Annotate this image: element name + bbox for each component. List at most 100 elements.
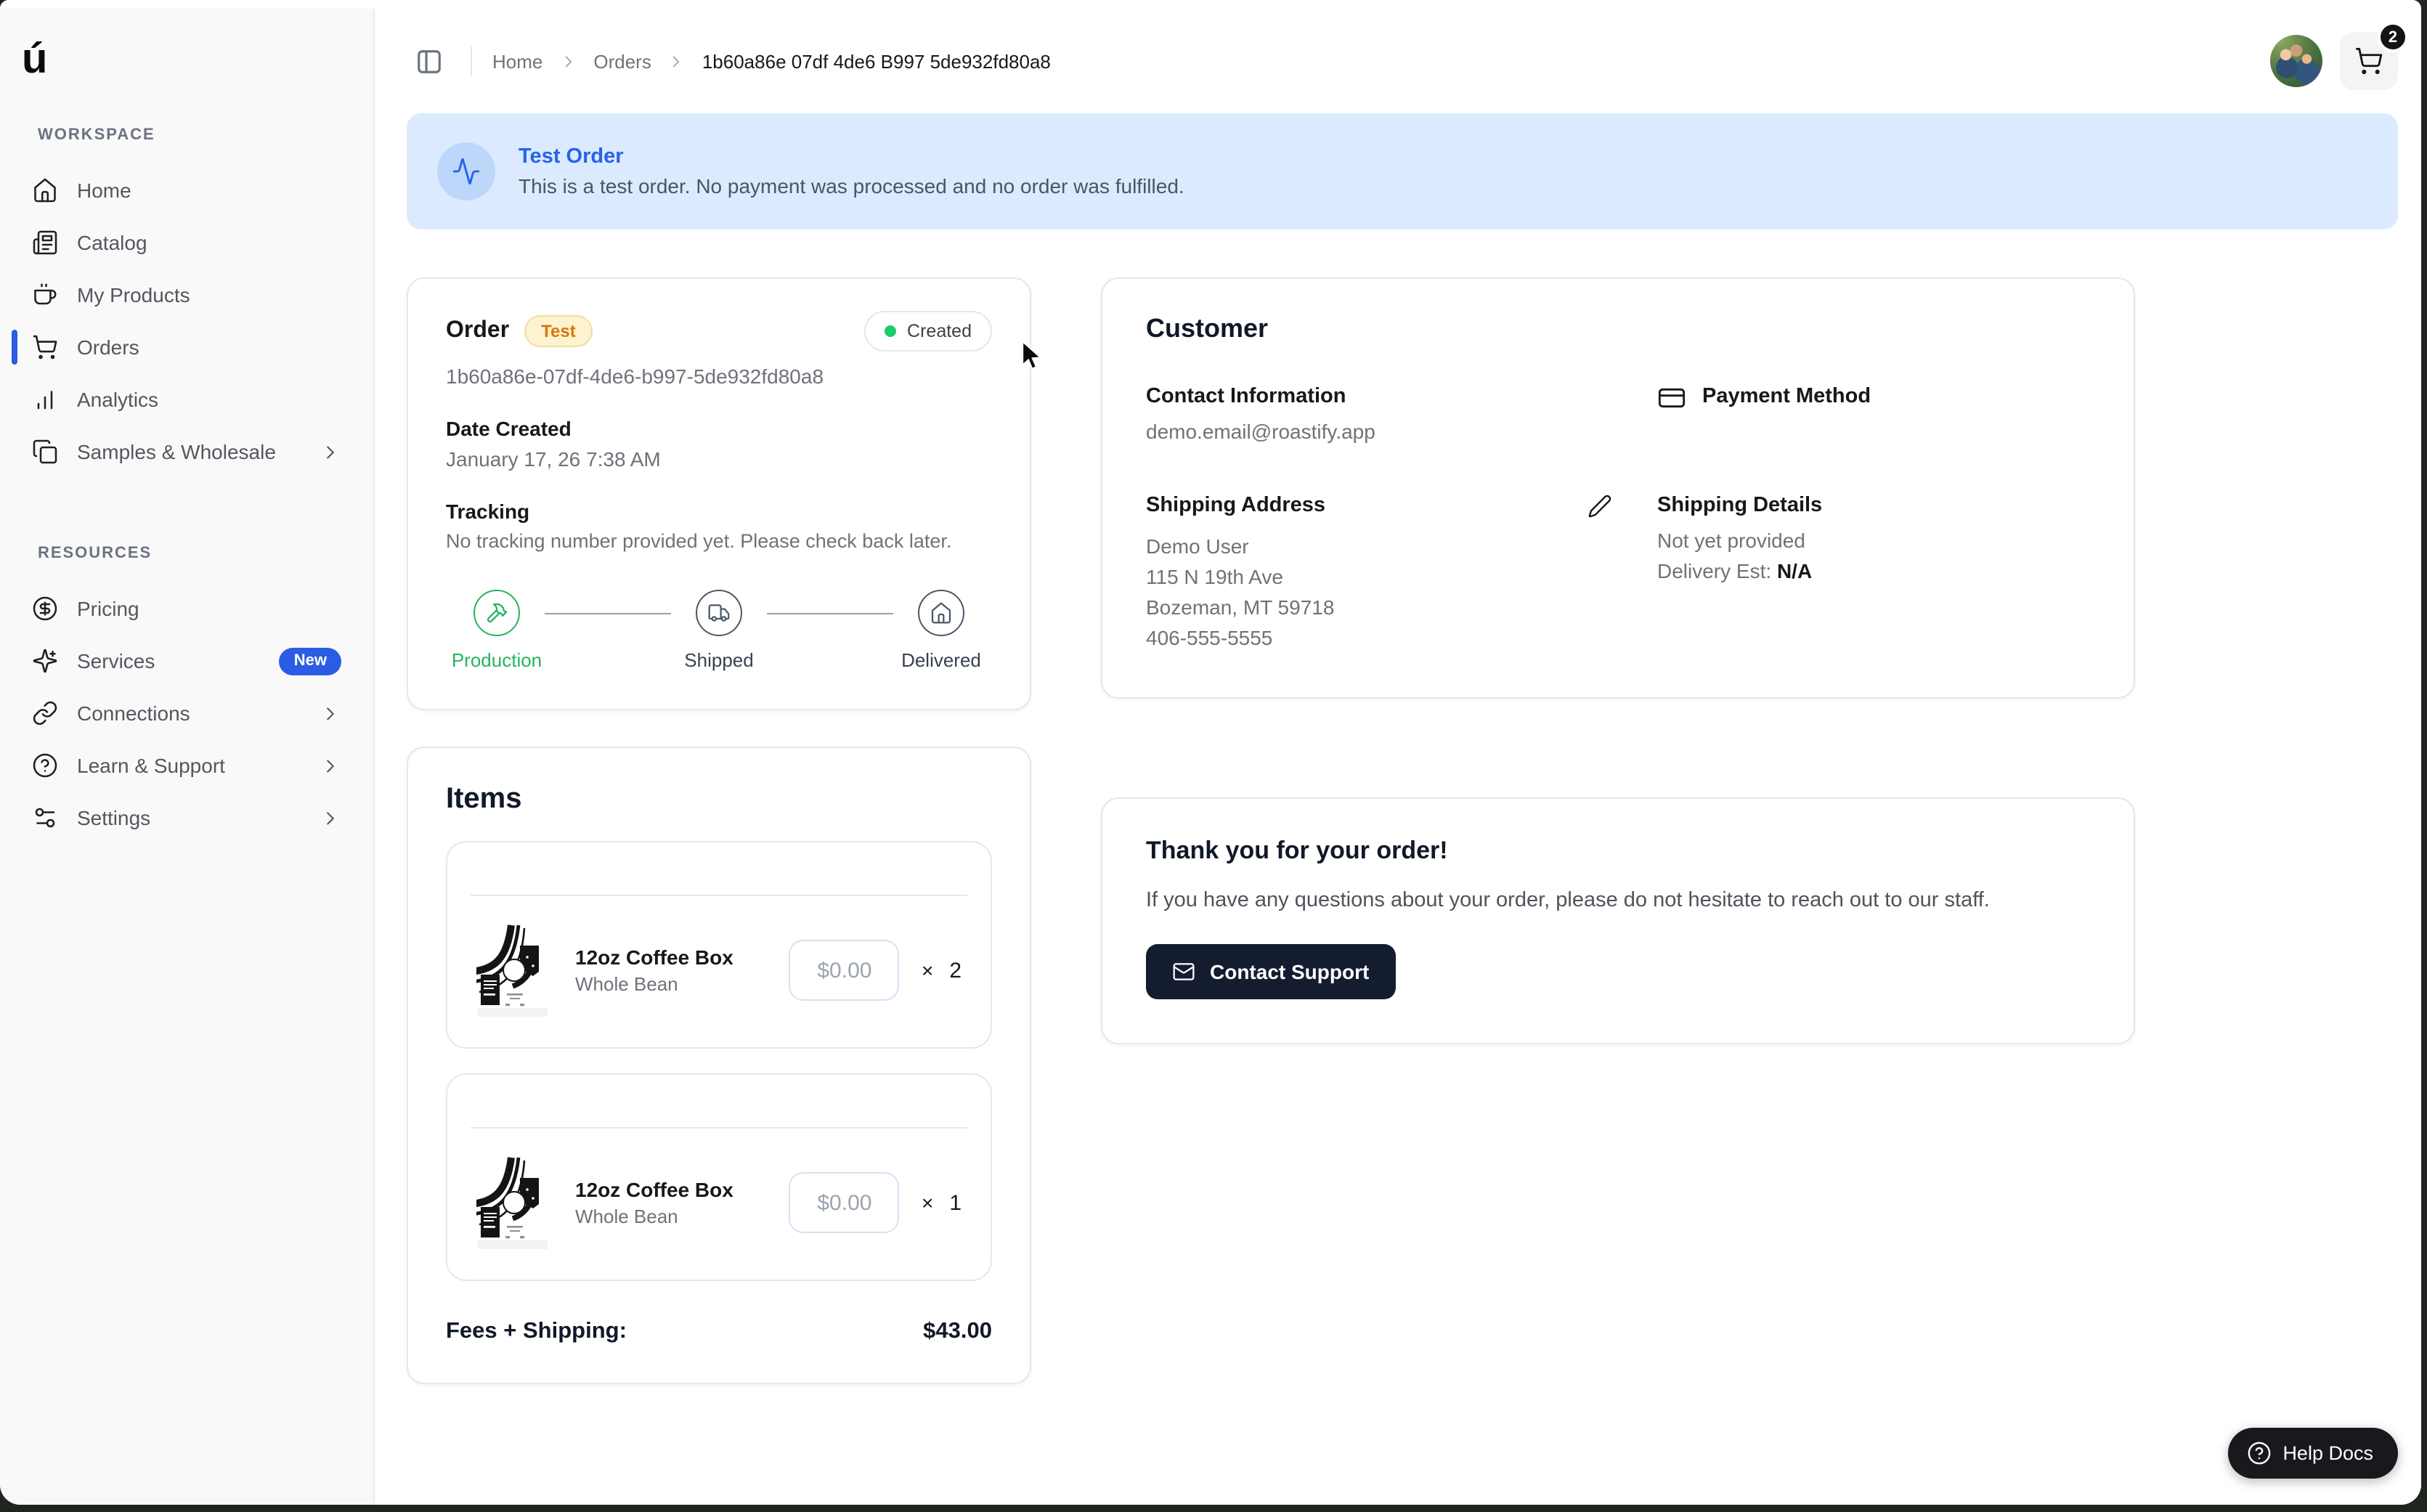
panel-left-icon — [415, 47, 442, 75]
item-variant: Whole Bean — [575, 1206, 733, 1227]
topbar-divider — [471, 46, 472, 76]
status-dot — [884, 325, 895, 337]
customer-card-title: Customer — [1146, 314, 2090, 344]
item-quantity: 1 — [949, 1190, 962, 1215]
home-icon — [32, 177, 58, 203]
breadcrumb-home-link[interactable]: Home — [492, 50, 542, 72]
sidebar-item-home[interactable]: Home — [17, 164, 356, 216]
order-item-row: 12oz Coffee Box Whole Bean × 2 — [446, 841, 992, 1049]
shipping-address-block: Shipping Address Demo User 115 N 19th Av… — [1146, 494, 1657, 654]
thank-you-message: If you have any questions about your ord… — [1146, 889, 2090, 912]
fees-shipping-label: Fees + Shipping: — [446, 1319, 627, 1345]
date-created-label: Date Created — [446, 417, 992, 440]
top-bar: Home Orders 1b60a86e 07df 4de6 B997 5de9… — [375, 9, 2421, 113]
step-connector — [545, 613, 671, 614]
dollar-circle-icon — [32, 596, 58, 622]
window-top-edge — [0, 0, 2421, 9]
sparkles-icon — [32, 648, 58, 674]
fulfillment-progress: Production Shipped — [446, 590, 992, 671]
link-icon — [32, 700, 58, 726]
sidebar-section-resources: RESOURCES — [38, 545, 373, 562]
sidebar-item-connections[interactable]: Connections — [17, 687, 356, 739]
sidebar-item-my-products[interactable]: My Products — [17, 269, 356, 321]
item-quantity: 2 — [949, 958, 962, 983]
product-image — [476, 922, 549, 1018]
shipping-address-lines: Demo User 115 N 19th Ave Bozeman, MT 597… — [1146, 532, 1657, 654]
order-card: Order Test Created 1b60a86e-07df-4de6-b9… — [407, 277, 1031, 710]
quantity-times-sign: × — [922, 1191, 933, 1214]
sidebar-item-pricing[interactable]: Pricing — [17, 582, 356, 635]
address-street: 115 N 19th Ave — [1146, 562, 1657, 593]
sidebar-item-services[interactable]: Services New — [17, 635, 356, 687]
sidebar-item-samples-wholesale[interactable]: Samples & Wholesale — [17, 426, 356, 478]
fees-shipping-value: $43.00 — [923, 1319, 992, 1345]
desktop: ú WORKSPACE Home Catalog My Products — [0, 0, 2427, 1512]
app-logo[interactable]: ú — [22, 39, 373, 81]
app-window: ú WORKSPACE Home Catalog My Products — [0, 0, 2421, 1505]
address-city: Bozeman, MT 59718 — [1146, 593, 1657, 623]
items-card-title: Items — [446, 783, 992, 816]
breadcrumb-orders-link[interactable]: Orders — [593, 50, 651, 72]
help-docs-button[interactable]: Help Docs — [2227, 1428, 2398, 1479]
shopping-cart-icon — [2354, 46, 2383, 76]
tracking-label: Tracking — [446, 500, 992, 523]
item-price-input[interactable] — [789, 940, 900, 1001]
step-label: Delivered — [901, 649, 981, 671]
cart-count-badge: 2 — [2378, 22, 2408, 52]
step-label: Production — [452, 649, 542, 671]
sidebar-item-learn-support[interactable]: Learn & Support — [17, 739, 356, 792]
active-indicator-bar — [12, 330, 17, 365]
thank-you-card: Thank you for your order! If you have an… — [1101, 797, 2135, 1044]
test-badge: Test — [524, 315, 593, 347]
order-id: 1b60a86e-07df-4de6-b997-5de932fd80a8 — [446, 365, 992, 388]
chevron-right-icon — [320, 702, 341, 724]
sidebar-item-label: Learn & Support — [77, 754, 301, 777]
customer-email: demo.email@roastify.app — [1146, 417, 1657, 447]
shopping-cart-icon — [32, 334, 58, 360]
payment-method-label: Payment Method — [1702, 385, 1871, 408]
question-circle-icon — [2246, 1441, 2271, 1466]
edit-address-button[interactable] — [1585, 494, 1614, 523]
contact-support-label: Contact Support — [1210, 960, 1369, 983]
item-price-input[interactable] — [789, 1172, 900, 1233]
chevron-right-icon — [320, 807, 341, 829]
shipping-address-label: Shipping Address — [1146, 494, 1325, 517]
coffee-cup-icon — [32, 282, 58, 308]
item-name: 12oz Coffee Box — [575, 1178, 733, 1201]
sidebar-item-settings[interactable]: Settings — [17, 792, 356, 844]
sidebar-section-workspace: WORKSPACE — [38, 126, 373, 144]
newspaper-icon — [32, 229, 58, 256]
order-status-badge: Created — [863, 311, 992, 351]
payment-method-block: Payment Method — [1657, 385, 2090, 447]
shipping-details-label: Shipping Details — [1657, 494, 2090, 517]
shipping-details-status: Not yet provided — [1657, 526, 2090, 556]
sidebar-item-catalog[interactable]: Catalog — [17, 216, 356, 269]
sidebar-item-label: Analytics — [77, 388, 341, 411]
hammer-icon — [473, 590, 520, 636]
order-card-title: Order — [446, 318, 509, 344]
sidebar: ú WORKSPACE Home Catalog My Products — [0, 9, 375, 1505]
shipping-details-block: Shipping Details Not yet provided Delive… — [1657, 494, 2090, 654]
address-phone: 406-555-5555 — [1146, 623, 1657, 654]
main-area: Home Orders 1b60a86e 07df 4de6 B997 5de9… — [375, 9, 2421, 1505]
banner-title: Test Order — [519, 145, 1184, 168]
mouse-cursor — [1020, 340, 1044, 372]
sidebar-item-label: Home — [77, 179, 341, 202]
sidebar-item-orders[interactable]: Orders — [17, 321, 356, 373]
sliders-icon — [32, 805, 58, 831]
sidebar-item-label: Catalog — [77, 231, 341, 254]
sidebar-item-label: Connections — [77, 702, 301, 725]
tracking-message: No tracking number provided yet. Please … — [446, 530, 992, 552]
user-avatar[interactable] — [2270, 35, 2322, 87]
sidebar-item-label: Settings — [77, 806, 301, 829]
customer-card: Customer Contact Information demo.email@… — [1101, 277, 2135, 699]
sidebar-item-analytics[interactable]: Analytics — [17, 373, 356, 426]
sidebar-toggle-button[interactable] — [407, 39, 450, 83]
quantity-times-sign: × — [922, 959, 933, 982]
sidebar-item-label: Pricing — [77, 597, 341, 620]
delivery-estimate: Delivery Est: N/A — [1657, 559, 2090, 582]
contact-support-button[interactable]: Contact Support — [1146, 944, 1395, 999]
sidebar-item-label: Samples & Wholesale — [77, 440, 301, 463]
thank-you-title: Thank you for your order! — [1146, 837, 2090, 866]
item-divider — [471, 1127, 967, 1129]
